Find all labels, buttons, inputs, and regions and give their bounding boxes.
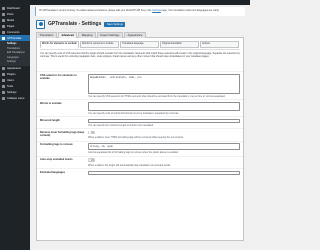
setting-row: Remove inner formatting tags (keep conte… (37, 128, 243, 141)
sidebar-item-label: Dashboard (7, 6, 20, 10)
setting-label: Auto-stop excluded words (40, 158, 73, 162)
section-description: You can specify a list of CSS selectors … (40, 49, 240, 71)
submenu-item[interactable]: Settings (0, 60, 30, 65)
setting-input[interactable]: strong, em, span (88, 143, 240, 151)
sidebar-item-label: Comments (7, 30, 20, 34)
subtab-item[interactable]: Original translation (160, 40, 199, 48)
setting-field: strong, em, span Comma separated list of … (88, 143, 240, 154)
settings-rows: CSS selectors for elements to exclude #wp… (37, 71, 243, 176)
gptranslate-logo-icon (36, 19, 45, 29)
setting-row: Excluded languages (37, 168, 243, 176)
setting-row: CSS selectors for elements to exclude #wp… (37, 71, 243, 99)
notice-text: Hi! GPTranslate is up and running. To en… (39, 8, 152, 12)
toggle-switch[interactable] (88, 130, 95, 135)
setting-field: When enabled, the plugin will automatica… (88, 158, 240, 167)
sidebar-item-label: Posts (7, 12, 14, 16)
translate-icon (2, 36, 5, 40)
main-content: Hi! GPTranslate is up and running. To en… (30, 0, 250, 250)
setting-hint: You can specify CSS selectors for HTML e… (88, 94, 226, 98)
sub-tabs: Words for elements to exclude Words for e… (37, 38, 243, 48)
media-icon (2, 18, 5, 22)
save-settings-button[interactable]: Save Settings (104, 21, 126, 27)
setting-hint: Comma separated list of formatting tags … (88, 151, 179, 155)
setting-hint: You can specify the minimum length of wo… (88, 123, 154, 127)
setting-textarea[interactable] (88, 101, 240, 111)
sidebar-item-label: Collapse menu (7, 97, 25, 100)
page-icon (2, 24, 5, 28)
setting-field: You can specify the minimum length of wo… (88, 118, 240, 127)
brush-icon (2, 67, 5, 70)
collapse-icon (2, 97, 5, 100)
setting-label: Formatting tags to remove (40, 143, 73, 147)
plugin-icon (2, 73, 5, 76)
wrench-icon (2, 85, 5, 88)
sidebar-item-label: Pages (7, 24, 15, 28)
sidebar-item-label: GPTranslate (7, 36, 22, 40)
toggle-switch[interactable] (88, 158, 95, 162)
subtab-item[interactable]: Words for elements to include (80, 40, 119, 48)
setting-textarea[interactable]: #wpadminbar, .notranslate, code, pre (88, 73, 240, 94)
sidebar-submenu: Settings Translations Edit Translations Lan… (0, 41, 30, 66)
admin-bar (30, 0, 250, 5)
setting-row: Auto-stop excluded words When enabled, th… (37, 155, 243, 169)
setting-field: When enabled, inner HTML formatting tags… (88, 130, 240, 140)
sidebar-item-label: Tools (7, 85, 14, 88)
setting-label: Excluded languages (40, 170, 66, 174)
setting-input[interactable] (88, 170, 240, 175)
sidebar-item-collapse-menu[interactable]: Collapse menu (0, 96, 30, 102)
setting-label: Remove inner formatting tags (keep conte… (40, 130, 85, 137)
setting-label: Min word length (40, 118, 60, 122)
setting-hint: When enabled, inner HTML formatting tags… (88, 136, 184, 140)
page-header: GPTranslate - Settings Save Settings (36, 19, 244, 29)
sidebar-item-label: Settings (7, 91, 17, 94)
setting-field: #wpadminbar, .notranslate, code, pre You … (88, 73, 240, 98)
admin-notice: Hi! GPTranslate is up and running. To en… (35, 7, 245, 16)
setting-input[interactable] (88, 118, 240, 123)
sidebar-menu-after: Appearance Plugins Users Tools Settings Colla… (0, 66, 30, 102)
setting-row: Formatting tags to remove strong, em, spa… (37, 140, 243, 156)
pin-icon (2, 12, 5, 16)
settings-panel: Words for elements to exclude Words for e… (36, 38, 244, 241)
setting-row: Min word length You can specify the minim… (37, 116, 243, 128)
comment-icon (2, 30, 5, 34)
sidebar-item-label: Plugins (7, 73, 16, 76)
subtab-item[interactable]: Words for elements to exclude (40, 40, 79, 48)
dashboard-icon (2, 6, 5, 10)
setting-hint: When enabled, the plugin will automatica… (88, 163, 171, 167)
admin-sidebar: Dashboard Posts Media Pages Comments GPTransl… (0, 0, 30, 250)
sidebar-menu-before: Dashboard Posts Media Pages Comments GPTransl… (0, 5, 30, 41)
sidebar-item-label: Users (7, 79, 14, 82)
notice-text-2: page. Your translation cache and languag… (161, 8, 220, 12)
subtab-item[interactable]: Actions (200, 40, 239, 48)
sidebar-item-label: Appearance (7, 67, 21, 70)
gear-icon (2, 91, 5, 94)
sidebar-item-label: Media (7, 18, 15, 22)
user-icon (2, 79, 5, 82)
setting-hint: You can specify a list of words that sho… (88, 111, 179, 115)
setting-field: You can specify a list of words that sho… (88, 101, 240, 115)
setting-label: CSS selectors for elements to exclude (40, 73, 77, 80)
subtab-item[interactable]: Translated language (120, 40, 159, 48)
page-title: GPTranslate - Settings (48, 21, 102, 27)
setting-field (88, 170, 240, 175)
setting-row: Words to exclude You can specify a list o… (37, 99, 243, 116)
setting-label: Words to exclude (40, 101, 62, 105)
notice-settings-link[interactable]: Settings (152, 9, 161, 12)
